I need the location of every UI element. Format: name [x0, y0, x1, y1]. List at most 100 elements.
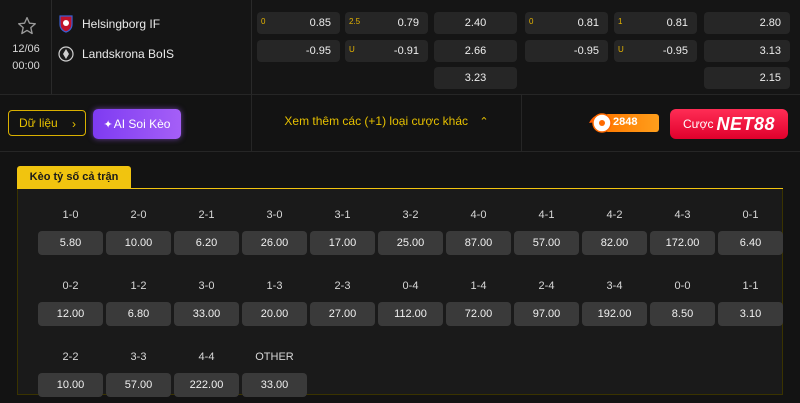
more-bets-link[interactable]: Xem thêm các (+1) loại cược khác ⌃: [252, 114, 521, 128]
odd-value: 0.85: [309, 17, 331, 29]
half-handicap-home-odd[interactable]: 0 0.81: [525, 12, 608, 34]
handicap-away-odd[interactable]: -0.95: [257, 40, 340, 62]
teams: Helsingborg IF Landskrona BoIS: [52, 0, 252, 94]
half-over-odd[interactable]: 1 0.81: [614, 12, 697, 34]
odd-value: -0.95: [662, 45, 688, 57]
tab-correct-score[interactable]: Kèo tỷ số cả trận: [17, 166, 131, 188]
score-odd-button[interactable]: 17.00: [310, 231, 375, 255]
score-odd-button[interactable]: 20.00: [242, 302, 307, 326]
1x2-away-odd[interactable]: 2.66: [434, 40, 517, 62]
score-label: 0-0: [674, 280, 691, 292]
score-odd-button[interactable]: 192.00: [582, 302, 647, 326]
score-odd-button[interactable]: 57.00: [514, 231, 579, 255]
1x2-home-odd[interactable]: 2.40: [434, 12, 517, 34]
half-1x2-home-odd[interactable]: 2.80: [704, 12, 790, 34]
home-team-name: Helsingborg IF: [82, 17, 161, 31]
score-label: 0-4: [402, 280, 419, 292]
chevron-right-icon: ›: [72, 117, 76, 131]
handicap-home-odd[interactable]: 0 0.85: [257, 12, 340, 34]
half-handicap-away-odd[interactable]: -0.95: [525, 40, 608, 62]
odd-value: 3.23: [464, 72, 487, 84]
score-odd-button[interactable]: 3.10: [718, 302, 783, 326]
score-odd-button[interactable]: 6.20: [174, 231, 239, 255]
score-odd-button[interactable]: 8.50: [650, 302, 715, 326]
separator: [521, 95, 522, 151]
score-odd-button[interactable]: 12.00: [38, 302, 103, 326]
score-label: 2-3: [334, 280, 351, 292]
brand-2848-label: 2848: [613, 116, 638, 128]
score-odd-button[interactable]: 222.00: [174, 373, 239, 397]
1x2-draw-odd[interactable]: 3.23: [434, 67, 517, 89]
score-label: 3-0: [198, 280, 215, 292]
odd-value: -0.91: [393, 45, 419, 57]
score-label: 4-0: [470, 209, 487, 221]
over-line: 2.5: [349, 17, 361, 26]
odd-value: 0.79: [397, 17, 419, 29]
score-label: 1-0: [62, 209, 79, 221]
score-odd-button[interactable]: 6.80: [106, 302, 171, 326]
net88-prefix: Cược: [682, 117, 714, 131]
score-odd-button[interactable]: 10.00: [38, 373, 103, 397]
score-odd-button[interactable]: 26.00: [242, 231, 307, 255]
odd-value: 0.81: [666, 17, 688, 29]
odd-value: 2.66: [464, 45, 487, 57]
data-button-label: Dữ liệu: [19, 116, 58, 130]
score-odd-button[interactable]: 27.00: [310, 302, 375, 326]
score-label: 3-1: [334, 209, 351, 221]
score-label: 3-0: [266, 209, 283, 221]
score-label: 4-1: [538, 209, 555, 221]
away-team-name: Landskrona BoIS: [82, 47, 175, 61]
match-meta: 12/06 00:00: [0, 0, 52, 94]
under-line: U: [618, 45, 624, 54]
odd-value: 2.15: [759, 72, 781, 84]
score-odd-button[interactable]: 82.00: [582, 231, 647, 255]
score-odd-button[interactable]: 33.00: [174, 302, 239, 326]
brand-2848-button[interactable]: 2848: [583, 111, 659, 135]
score-odd-button[interactable]: 97.00: [514, 302, 579, 326]
handicap-line: 0: [529, 17, 534, 26]
match-time: 00:00: [12, 60, 40, 72]
score-label: 1-1: [742, 280, 759, 292]
handicap-line: 0: [261, 17, 266, 26]
score-label: 1-3: [266, 280, 283, 292]
score-label: 2-2: [62, 351, 79, 363]
actions-bar: Dữ liệu › ✦ AI Soi Kèo Xem thêm các (+1)…: [0, 95, 800, 151]
score-label: 4-4: [198, 351, 215, 363]
ai-analysis-button[interactable]: ✦ AI Soi Kèo: [93, 109, 181, 139]
under-odd[interactable]: U -0.91: [345, 40, 428, 62]
home-team[interactable]: Helsingborg IF: [58, 12, 160, 36]
score-label: 3-2: [402, 209, 419, 221]
score-label: 0-1: [742, 209, 759, 221]
score-odd-button[interactable]: 25.00: [378, 231, 443, 255]
score-odd-button[interactable]: 5.80: [38, 231, 103, 255]
favorite-star-icon[interactable]: [17, 16, 37, 36]
score-odd-button[interactable]: 10.00: [106, 231, 171, 255]
over-line: 1: [618, 17, 623, 26]
under-line: U: [349, 45, 355, 54]
odd-value: 0.81: [577, 17, 599, 29]
correct-score-panel: 1-0 5.80 2-0 10.00 2-1 6.20 3-0 26.00 3-1 17.00 3-…: [17, 189, 783, 397]
score-odd-button[interactable]: 6.40: [718, 231, 783, 255]
half-1x2-draw-odd[interactable]: 2.15: [704, 67, 790, 89]
half-under-odd[interactable]: U -0.95: [614, 40, 697, 62]
odd-value: 2.80: [759, 17, 781, 29]
double-chevron-up-icon: ⌃: [479, 116, 489, 128]
score-label: 4-3: [674, 209, 691, 221]
score-odd-button[interactable]: 72.00: [446, 302, 511, 326]
match-date: 12/06: [12, 43, 40, 55]
score-odd-button[interactable]: 87.00: [446, 231, 511, 255]
score-label: 3-4: [606, 280, 623, 292]
net88-logo: NET88: [716, 113, 776, 134]
score-odd-button[interactable]: 33.00: [242, 373, 307, 397]
score-label: 1-2: [130, 280, 147, 292]
score-odd-button[interactable]: 57.00: [106, 373, 171, 397]
net88-bet-button[interactable]: Cược NET88: [670, 109, 788, 139]
score-odd-button[interactable]: 172.00: [650, 231, 715, 255]
away-team[interactable]: Landskrona BoIS: [58, 42, 174, 66]
sparkle-icon: ✦: [103, 118, 113, 131]
over-odd[interactable]: 2.5 0.79: [345, 12, 428, 34]
score-odd-button[interactable]: 112.00: [378, 302, 443, 326]
score-label: 2-4: [538, 280, 555, 292]
data-button[interactable]: Dữ liệu ›: [8, 110, 86, 136]
half-1x2-away-odd[interactable]: 3.13: [704, 40, 790, 62]
